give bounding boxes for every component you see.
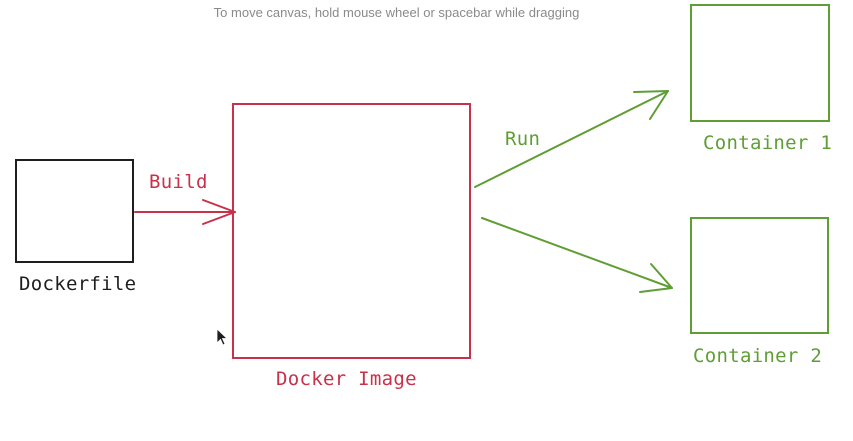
container-1-box[interactable]	[690, 4, 830, 122]
build-label: Build	[149, 171, 208, 193]
run-arrow-container-1[interactable]	[474, 90, 669, 188]
run-label: Run	[505, 128, 541, 150]
dockerfile-label: Dockerfile	[19, 273, 137, 295]
container-2-box[interactable]	[690, 217, 829, 334]
canvas-hint: To move canvas, hold mouse wheel or spac…	[213, 5, 580, 20]
dockerfile-box[interactable]	[15, 159, 134, 263]
drawing-canvas[interactable]: To move canvas, hold mouse wheel or spac…	[0, 0, 853, 441]
docker-image-label: Docker Image	[276, 368, 417, 390]
run-arrow-container-2[interactable]	[481, 217, 673, 293]
build-arrow[interactable]	[134, 199, 236, 225]
container-2-label: Container 2	[693, 345, 823, 367]
docker-image-box[interactable]	[232, 103, 471, 359]
container-1-label: Container 1	[703, 132, 833, 154]
mouse-pointer-icon	[216, 328, 228, 346]
